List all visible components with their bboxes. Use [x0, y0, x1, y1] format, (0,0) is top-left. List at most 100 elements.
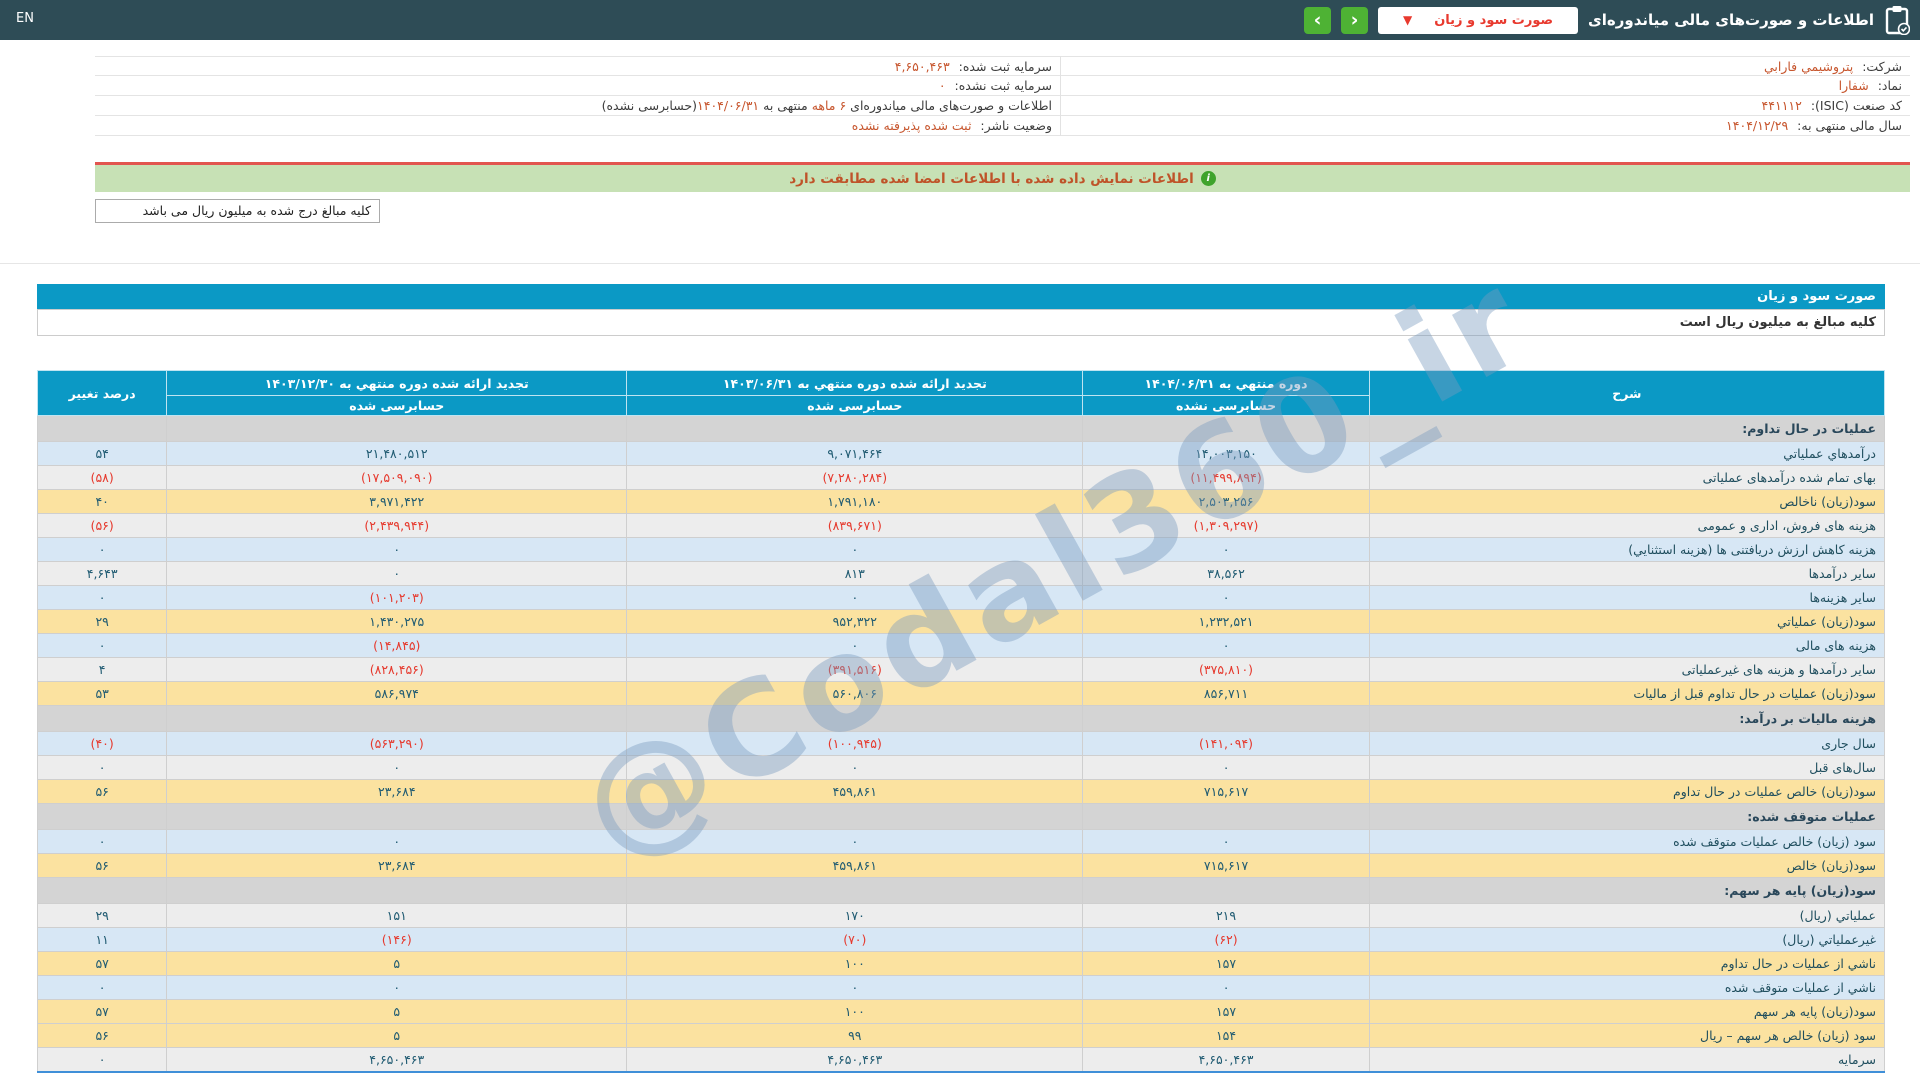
- info-row-registered-capital: سرمایه ثبت شده: ۴,۶۵۰,۴۶۳: [95, 56, 1060, 76]
- value-cell: ۴,۶۵۰,۴۶۳: [1082, 1047, 1370, 1072]
- value-cell: ۰: [1082, 829, 1370, 854]
- info-row-isic: کد صنعت (ISIC): ۴۴۱۱۱۲: [1061, 96, 1910, 116]
- statement-type-dropdown[interactable]: ▼ صورت سود و زیان: [1378, 6, 1579, 34]
- row-label: سایر درآمدها: [1368, 561, 1886, 586]
- company-value: پتروشيمي فارابي: [1763, 59, 1854, 74]
- period-desc-part3: (حسابرسی نشده): [601, 98, 698, 113]
- registered-capital-label: سرمایه ثبت شده:: [958, 59, 1052, 74]
- row-label: سود(زیان) خالص عملیات در حال تداوم: [1368, 779, 1886, 804]
- value-cell: ۱۵۷: [1082, 951, 1370, 976]
- section-empty-cell: [1082, 415, 1370, 442]
- row-label: سود (زیان) خالص هر سهم – ریال: [1368, 1023, 1886, 1048]
- statement-title-bar: صورت سود و زیان: [37, 284, 1885, 309]
- previous-statement-button[interactable]: ‹: [1304, 6, 1332, 34]
- value-cell: (۸۲۸,۴۵۶): [166, 657, 628, 682]
- value-cell: ۲,۵۰۳,۲۵۶: [1082, 489, 1370, 514]
- publisher-status-label: وضعیت ناشر:: [980, 118, 1052, 133]
- value-cell: ۵۶۰,۸۰۶: [626, 681, 1084, 706]
- table-row: بهای تمام شده درآمدهای عملیاتی (۱۱,۴۹۹,۸۹…: [36, 465, 1886, 490]
- top-navbar: EN ‹ › ▼ صورت سود و زیان اطلاعات و صورت‌…: [0, 0, 1920, 40]
- value-cell: ۹,۰۷۱,۴۶۴: [626, 441, 1084, 466]
- value-cell: ۹۵۲,۳۲۲: [626, 609, 1084, 634]
- change-percent-cell: ۰: [36, 585, 168, 610]
- next-statement-button[interactable]: ›: [1341, 6, 1369, 34]
- change-percent-cell: ۰: [36, 755, 168, 780]
- table-row: سایر درآمدها ۳۸,۵۶۲ ۸۱۳ ۰ ۴,۶۴۳: [36, 561, 1886, 586]
- section-empty-cell: [1082, 803, 1370, 830]
- value-cell: (۳۹۱,۵۱۶): [626, 657, 1084, 682]
- section-empty-cell: [1082, 705, 1370, 732]
- value-cell: ۰: [166, 755, 628, 780]
- value-cell: ۰: [166, 975, 628, 1000]
- change-percent-cell: ۰: [36, 829, 168, 854]
- value-cell: (۸۳۹,۶۷۱): [626, 513, 1084, 538]
- change-percent-cell: ۰: [36, 633, 168, 658]
- header-unaudited: حسابرسی نشده: [1082, 395, 1370, 416]
- change-percent-cell: ۲۹: [36, 609, 168, 634]
- fiscal-year-value: ۱۴۰۴/۱۲/۲۹: [1726, 118, 1789, 133]
- symbol-label: نماد:: [1877, 78, 1902, 93]
- value-cell: ۱,۲۳۲,۵۲۱: [1082, 609, 1370, 634]
- table-row: سود (زیان) خالص هر سهم – ریال ۱۵۴ ۹۹ ۵ ۵۶: [36, 1023, 1886, 1048]
- row-label: ناشي از عملیات در حال تداوم: [1368, 951, 1886, 976]
- value-cell: ۹۹: [626, 1023, 1084, 1048]
- value-cell: (۶۲): [1082, 927, 1370, 952]
- section-label: سود(زیان) پایه هر سهم:: [1368, 877, 1886, 904]
- value-cell: ۰: [626, 975, 1084, 1000]
- section-empty-cell: [626, 415, 1084, 442]
- section-empty-cell: [166, 705, 628, 732]
- section-empty-cell: [1082, 877, 1370, 904]
- change-percent-cell: ۵۴: [36, 441, 168, 466]
- value-cell: ۷۱۵,۶۱۷: [1082, 779, 1370, 804]
- row-label: عملیاتي (ریال): [1368, 903, 1886, 928]
- table-header: شرح دوره منتهي به ۱۴۰۴/۰۶/۳۱ تجدید ارائه…: [36, 370, 1886, 416]
- info-row-unregistered-capital: سرمایه ثبت نشده: ۰: [95, 76, 1060, 96]
- registered-capital-value: ۴,۶۵۰,۴۶۳: [894, 59, 950, 74]
- change-percent-cell: (۵۸): [36, 465, 168, 490]
- value-cell: (۳۷۵,۸۱۰): [1082, 657, 1370, 682]
- value-cell: (۵۶۳,۲۹۰): [166, 731, 628, 756]
- change-percent-cell: ۵۷: [36, 951, 168, 976]
- row-label: سایر هزینه‌ها: [1368, 585, 1886, 610]
- value-cell: (۷۰): [626, 927, 1084, 952]
- change-percent-cell: ۲۹: [36, 903, 168, 928]
- value-cell: ۰: [166, 829, 628, 854]
- table-row: سود(زیان) عملیاتي ۱,۲۳۲,۵۲۱ ۹۵۲,۳۲۲ ۱,۴۳۰,۲…: [36, 609, 1886, 634]
- info-row-fiscal-year: سال مالی منتهی به: ۱۴۰۴/۱۲/۲۹: [1061, 116, 1910, 136]
- table-row: سال‌های قبل ۰ ۰ ۰ ۰: [36, 755, 1886, 780]
- change-percent-cell: ۱۱: [36, 927, 168, 952]
- value-cell: ۴,۶۵۰,۴۶۳: [166, 1047, 628, 1072]
- info-row-symbol: نماد: شفارا: [1061, 76, 1910, 96]
- period-desc-months: ۶ ماهه: [811, 98, 847, 113]
- period-desc-date: ۱۴۰۴/۰۶/۳۱: [697, 98, 760, 113]
- table-row: سود(زیان) خالص ۷۱۵,۶۱۷ ۴۵۹,۸۶۱ ۲۳,۶۸۴ ۵۶: [36, 853, 1886, 878]
- value-cell: (۱۴,۸۴۵): [166, 633, 628, 658]
- change-percent-cell: ۰: [36, 1047, 168, 1072]
- row-label: درآمدهاي عملیاتي: [1368, 441, 1886, 466]
- language-switch-en[interactable]: EN: [16, 11, 34, 26]
- change-percent-cell: ۵۳: [36, 681, 168, 706]
- value-cell: ۵: [166, 951, 628, 976]
- value-cell: ۱۵۴: [1082, 1023, 1370, 1048]
- table-row: ناشي از عملیات در حال تداوم ۱۵۷ ۱۰۰ ۵ ۵۷: [36, 951, 1886, 976]
- section-label: عملیات متوقف شده:: [1368, 803, 1886, 830]
- chevron-right-icon: ›: [1350, 8, 1359, 31]
- table-row: سود (زیان) خالص عملیات متوقف شده ۰ ۰ ۰ ۰: [36, 829, 1886, 854]
- table-row: سود(زیان) پایه هر سهم ۱۵۷ ۱۰۰ ۵ ۵۷: [36, 999, 1886, 1024]
- section-empty-cell: [166, 877, 628, 904]
- info-row-company: شرکت: پتروشيمي فارابي: [1061, 56, 1910, 76]
- statement-type-value: صورت سود و زیان: [1434, 12, 1554, 28]
- table-row: ناشي از عملیات متوقف شده ۰ ۰ ۰ ۰: [36, 975, 1886, 1000]
- value-cell: ۲۳,۶۸۴: [166, 853, 628, 878]
- section-empty-cell: [626, 705, 1084, 732]
- row-label: سایر درآمدها و هزینه های غیرعملیاتی: [1368, 657, 1886, 682]
- header-audited-year: حسابرسی شده: [166, 395, 628, 416]
- change-percent-cell: (۵۶): [36, 513, 168, 538]
- value-cell: ۲۱,۴۸۰,۵۱۲: [166, 441, 628, 466]
- period-desc-part1: اطلاعات و صورت‌های مالی میاندوره‌ای: [846, 98, 1052, 113]
- table-row: درآمدهاي عملیاتي ۱۴,۰۰۳,۱۵۰ ۹,۰۷۱,۴۶۴ ۲۱,۴۸…: [36, 441, 1886, 466]
- header-audited-6m: حسابرسی شده: [626, 395, 1084, 416]
- value-cell: ۸۱۳: [626, 561, 1084, 586]
- company-info-left: سرمایه ثبت شده: ۴,۶۵۰,۴۶۳ سرمایه ثبت نشد…: [95, 56, 1060, 136]
- value-cell: ۰: [626, 829, 1084, 854]
